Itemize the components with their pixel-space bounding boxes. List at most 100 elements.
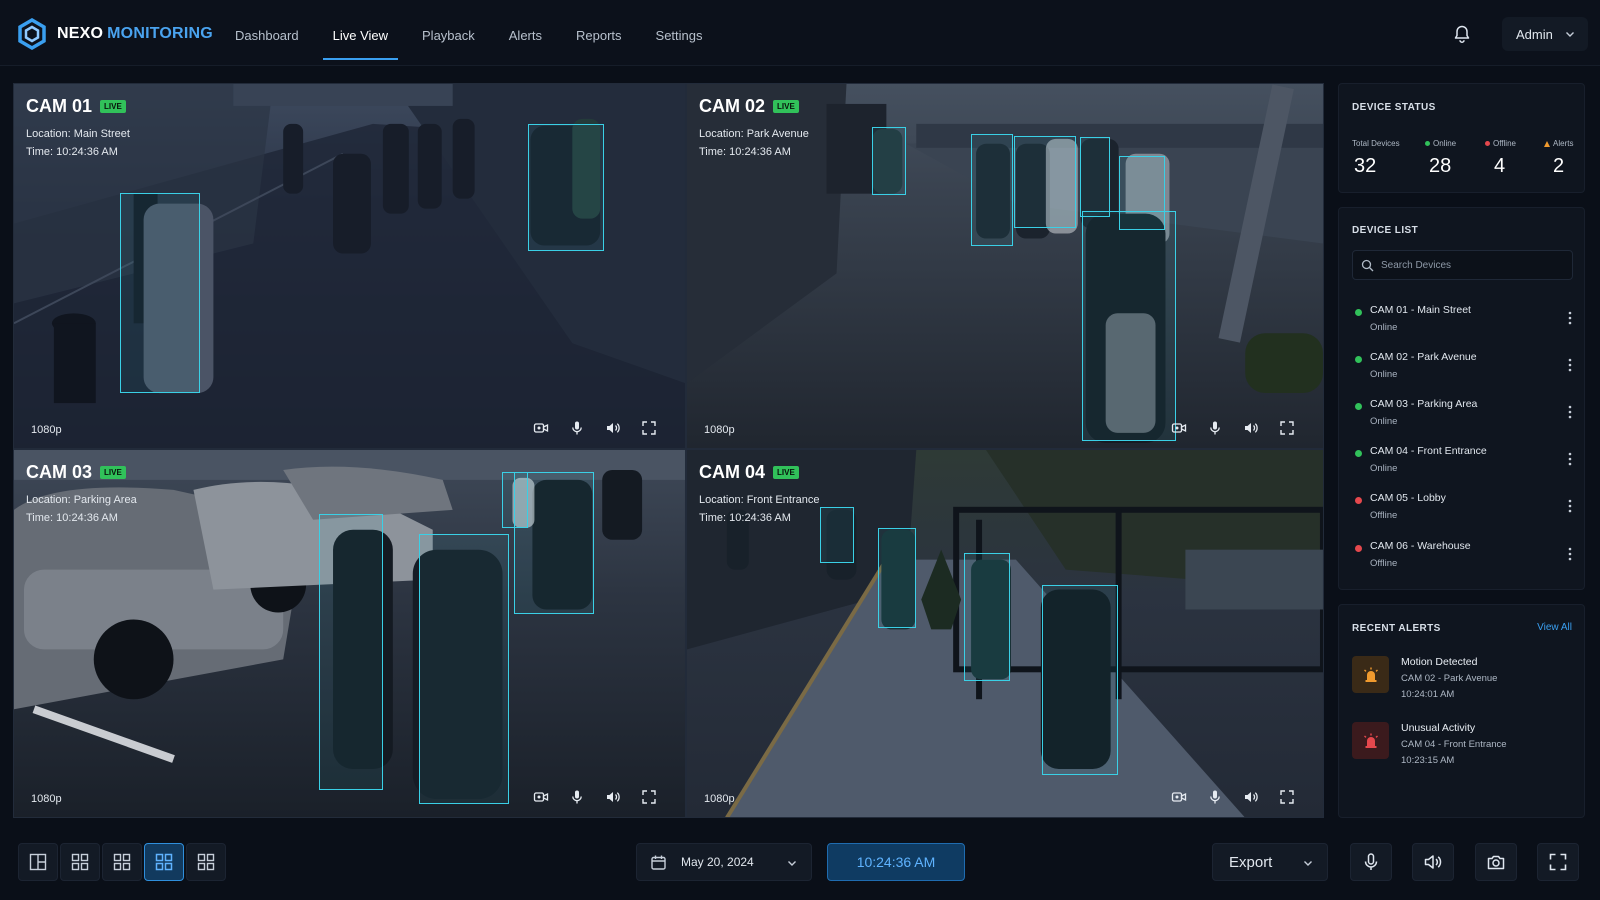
speaker-icon <box>1245 423 1258 433</box>
user-menu[interactable]: Admin <box>1502 17 1588 51</box>
time-display[interactable]: 10:24:36 AM <box>827 843 965 881</box>
speaker-icon <box>607 792 620 802</box>
more-options-icon[interactable] <box>1568 405 1572 419</box>
layout-multi-button[interactable] <box>186 843 226 881</box>
layout-quad-button[interactable] <box>144 843 184 881</box>
detection-box <box>528 124 604 251</box>
device-item-cam-05[interactable]: CAM 05 - Lobby Offline <box>1339 489 1586 529</box>
online-dot-icon <box>1425 141 1430 146</box>
export-label: Export <box>1229 853 1273 871</box>
volume-button[interactable] <box>595 787 631 807</box>
fullscreen-button[interactable] <box>631 418 667 438</box>
record-button[interactable] <box>1161 418 1197 438</box>
device-item-cam-01[interactable]: CAM 01 - Main Street Online <box>1339 301 1586 341</box>
alerts-label: Alerts <box>1544 139 1573 148</box>
notification-bell-icon[interactable] <box>1452 24 1472 44</box>
more-options-icon[interactable] <box>1568 547 1572 561</box>
nav-dashboard[interactable]: Dashboard <box>218 0 316 60</box>
device-status: Online <box>1370 463 1398 474</box>
brand-suffix: MONITORING <box>107 25 213 42</box>
brand-name: NEXO <box>57 25 104 42</box>
device-name: CAM 01 - Main Street <box>1370 304 1471 316</box>
volume-button[interactable] <box>1412 843 1454 881</box>
camera-feed-cam-04[interactable]: CAM 04 LIVE Location: Front Entrance Tim… <box>686 449 1324 818</box>
alert-source: CAM 04 - Front Entrance <box>1401 739 1507 750</box>
record-button[interactable] <box>1161 787 1197 807</box>
recent-alerts-panel: RECENT ALERTS View All Motion Detected C… <box>1338 604 1585 818</box>
nav-playback[interactable]: Playback <box>405 0 492 60</box>
camera-feed-cam-02[interactable]: CAM 02 LIVE Location: Park Avenue Time: … <box>686 83 1324 449</box>
camera-time: Time: 10:24:36 AM <box>699 512 791 524</box>
nav-live-view[interactable]: Live View <box>316 0 405 60</box>
nav-settings[interactable]: Settings <box>639 0 720 60</box>
device-name: CAM 03 - Parking Area <box>1370 398 1478 410</box>
device-item-cam-02[interactable]: CAM 02 - Park Avenue Online <box>1339 348 1586 388</box>
fullscreen-button[interactable] <box>1269 418 1305 438</box>
camera-resolution: 1080p <box>31 793 62 805</box>
layout-grid-button[interactable] <box>102 843 142 881</box>
offline-status-dot <box>1355 545 1362 552</box>
volume-button[interactable] <box>1233 418 1269 438</box>
microphone-button[interactable] <box>559 787 595 807</box>
total-devices-value: 32 <box>1354 155 1377 177</box>
detection-box <box>1080 137 1110 217</box>
speaker-icon <box>1245 792 1258 802</box>
video-camera-icon <box>1171 423 1187 433</box>
device-item-cam-06[interactable]: CAM 06 - Warehouse Offline <box>1339 537 1586 577</box>
camera-feed-cam-01[interactable]: CAM 01 LIVE Location: Main Street Time: … <box>13 83 686 449</box>
more-options-icon[interactable] <box>1568 358 1572 372</box>
fullscreen-button[interactable] <box>631 787 667 807</box>
layout-1-plus-2-button[interactable] <box>18 843 58 881</box>
camera-name: CAM 03 <box>26 462 93 482</box>
camera-resolution: 1080p <box>704 793 735 805</box>
chevron-down-icon <box>788 861 796 866</box>
device-item-cam-04[interactable]: CAM 04 - Front Entrance Online <box>1339 442 1586 482</box>
user-name: Admin <box>1516 26 1553 42</box>
microphone-button[interactable] <box>1350 843 1392 881</box>
detection-box <box>971 134 1013 246</box>
grid-2x2-icon <box>155 853 173 871</box>
layout-2x2-button[interactable] <box>60 843 100 881</box>
alarm-siren-icon <box>1363 733 1378 748</box>
device-status-title: DEVICE STATUS <box>1352 102 1436 113</box>
volume-button[interactable] <box>1233 787 1269 807</box>
record-button[interactable] <box>523 418 559 438</box>
microphone-icon <box>1210 421 1220 435</box>
device-item-cam-03[interactable]: CAM 03 - Parking Area Online <box>1339 395 1586 435</box>
microphone-button[interactable] <box>1197 418 1233 438</box>
fullscreen-button[interactable] <box>1269 787 1305 807</box>
fullscreen-button[interactable] <box>1537 843 1579 881</box>
device-name: CAM 05 - Lobby <box>1370 492 1446 504</box>
nav-alerts[interactable]: Alerts <box>492 0 559 60</box>
device-status: Offline <box>1370 510 1398 521</box>
volume-button[interactable] <box>595 418 631 438</box>
more-options-icon[interactable] <box>1568 452 1572 466</box>
alerts-value: 2 <box>1553 155 1565 177</box>
record-button[interactable] <box>523 787 559 807</box>
camera-name: CAM 04 <box>699 462 766 482</box>
detection-box <box>872 127 906 195</box>
online-status-dot <box>1355 450 1362 457</box>
export-dropdown[interactable]: Export <box>1212 843 1328 881</box>
chevron-down-icon <box>1565 32 1574 37</box>
brand-logo[interactable]: NEXO MONITORING <box>16 18 213 50</box>
view-all-alerts-link[interactable]: View All <box>1537 622 1572 633</box>
detection-box <box>878 528 916 628</box>
camera-feed-cam-03[interactable]: CAM 03 LIVE Location: Parking Area Time:… <box>13 449 686 818</box>
hexagon-logo-icon <box>18 18 46 50</box>
alert-item[interactable]: Unusual Activity CAM 04 - Front Entrance… <box>1352 719 1577 771</box>
camera-time: Time: 10:24:36 AM <box>699 146 791 158</box>
warning-triangle-icon <box>1544 140 1550 147</box>
nav-reports[interactable]: Reports <box>559 0 639 60</box>
grid-2x2-icon <box>197 853 215 871</box>
offline-status-dot <box>1355 497 1362 504</box>
date-picker[interactable]: May 20, 2024 <box>636 843 812 881</box>
microphone-button[interactable] <box>559 418 595 438</box>
more-options-icon[interactable] <box>1568 499 1572 513</box>
alert-item[interactable]: Motion Detected CAM 02 - Park Avenue 10:… <box>1352 653 1577 705</box>
more-options-icon[interactable] <box>1568 311 1572 325</box>
snapshot-button[interactable] <box>1475 843 1517 881</box>
device-search-input[interactable] <box>1381 259 1561 271</box>
camera-location: Location: Parking Area <box>26 494 137 506</box>
microphone-button[interactable] <box>1197 787 1233 807</box>
